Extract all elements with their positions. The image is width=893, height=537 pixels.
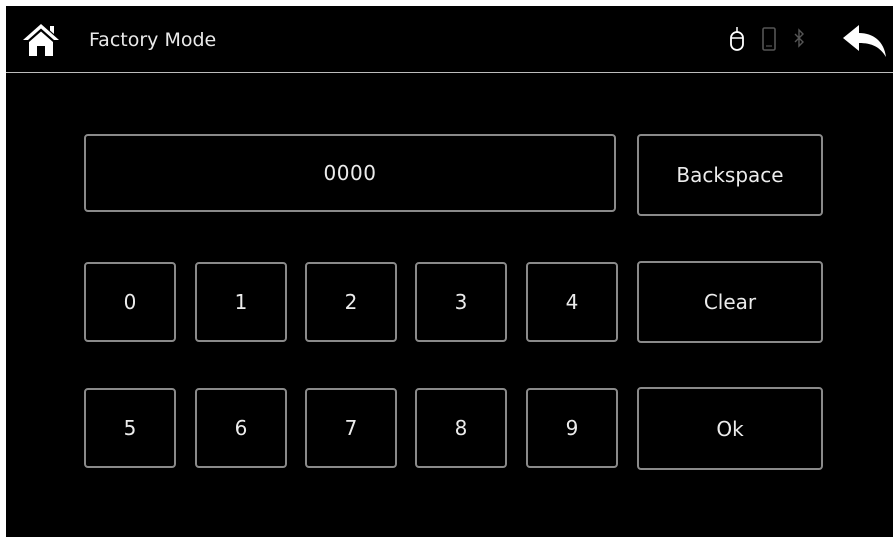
- digit-7-button[interactable]: 7: [305, 388, 397, 468]
- digit-2-button[interactable]: 2: [305, 262, 397, 342]
- home-icon[interactable]: [21, 22, 61, 58]
- digit-1-button[interactable]: 1: [195, 262, 287, 342]
- digit-4-button[interactable]: 4: [526, 262, 618, 342]
- mouse-icon: [729, 26, 745, 52]
- clear-button[interactable]: Clear: [637, 261, 823, 343]
- phone-icon: [761, 26, 777, 52]
- digit-5-button[interactable]: 5: [84, 388, 176, 468]
- backspace-button[interactable]: Backspace: [637, 134, 823, 216]
- digit-6-button[interactable]: 6: [195, 388, 287, 468]
- ok-button[interactable]: Ok: [637, 387, 823, 470]
- digit-0-button[interactable]: 0: [84, 262, 176, 342]
- code-display: 0000: [84, 134, 616, 212]
- digit-3-button[interactable]: 3: [415, 262, 507, 342]
- bluetooth-icon: [792, 26, 806, 52]
- header-bar: Factory Mode: [6, 6, 893, 73]
- digit-8-button[interactable]: 8: [415, 388, 507, 468]
- digit-9-button[interactable]: 9: [526, 388, 618, 468]
- factory-mode-screen: Factory Mode 0000 Backspace 0 1 2 3 4 Cl…: [6, 6, 893, 537]
- page-title: Factory Mode: [89, 29, 217, 51]
- back-arrow-icon[interactable]: [840, 23, 888, 59]
